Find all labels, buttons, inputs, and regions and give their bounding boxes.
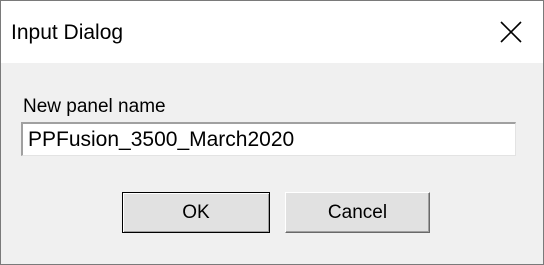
ok-button[interactable]: OK <box>122 192 270 233</box>
panel-name-input[interactable] <box>21 122 516 156</box>
panel-name-label: New panel name <box>23 96 166 117</box>
close-icon <box>500 21 522 43</box>
input-dialog-window: Input Dialog New panel name OK Cancel <box>0 0 544 265</box>
dialog-title: Input Dialog <box>11 21 124 44</box>
title-bar: Input Dialog <box>1 1 543 63</box>
close-button[interactable] <box>481 1 543 63</box>
cancel-button[interactable]: Cancel <box>285 192 430 233</box>
